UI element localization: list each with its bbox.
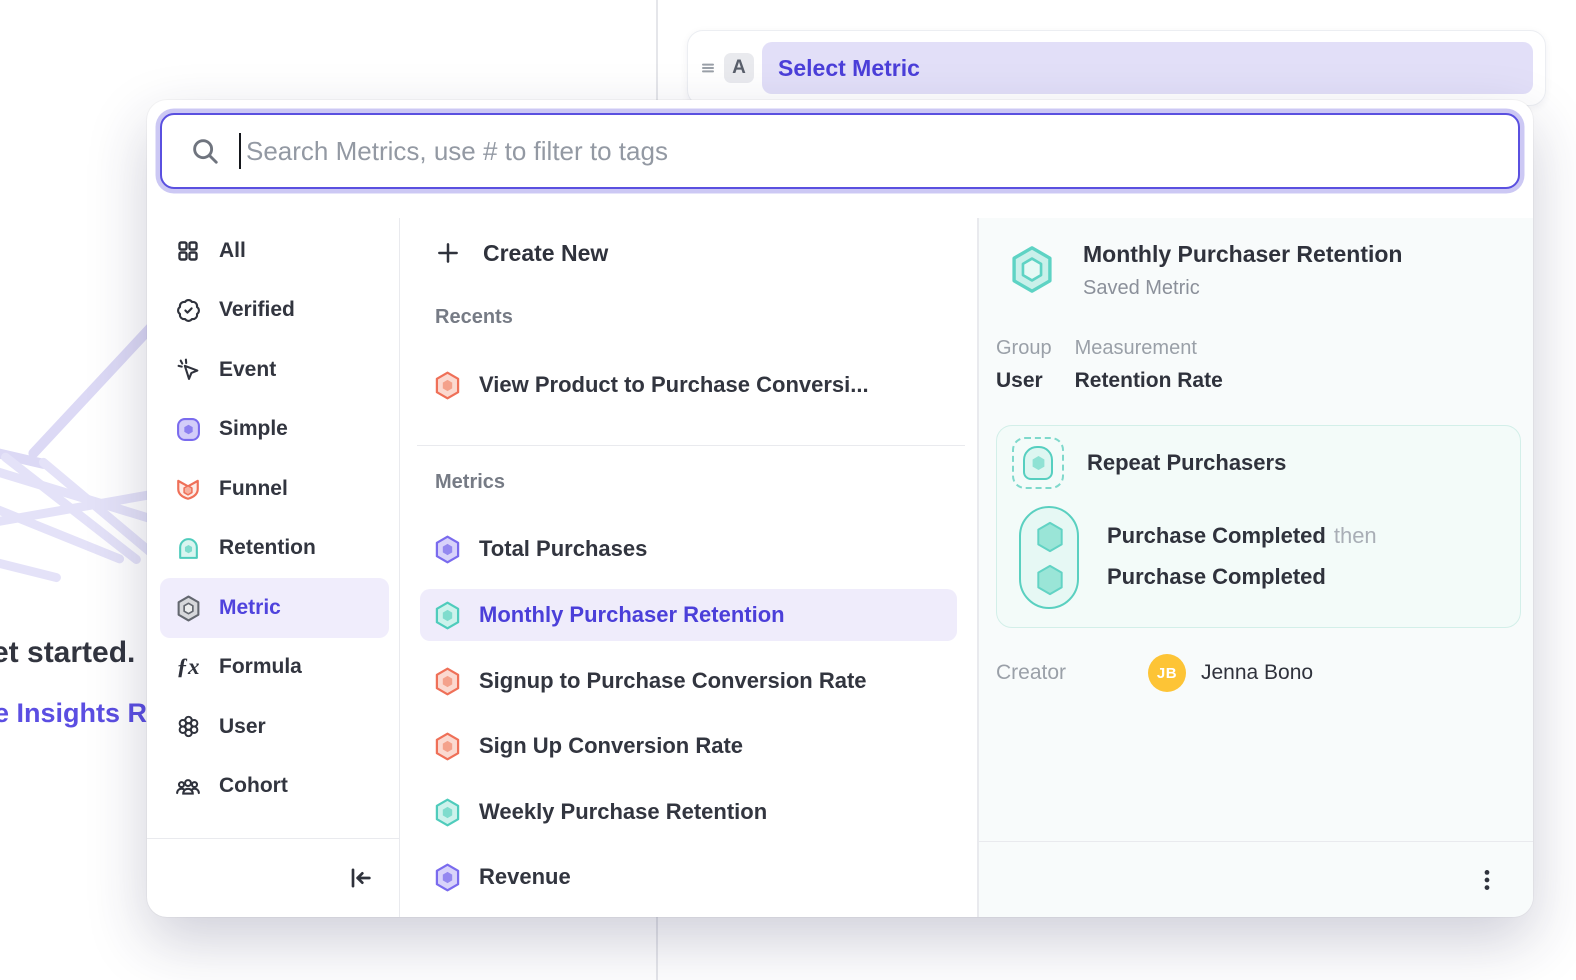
metric-row-label: Signup to Purchase Conversion Rate [479, 668, 867, 694]
sidebar-item-label: Verified [219, 298, 295, 322]
metric-hexagon-icon [434, 863, 461, 892]
more-options-icon[interactable] [1474, 867, 1500, 893]
metric-list-panel: Create New Recents View Product to Purch… [400, 218, 978, 917]
user-icon [175, 714, 201, 740]
details-title: Monthly Purchaser Retention [1083, 241, 1402, 268]
create-new-label: Create New [483, 240, 608, 267]
create-new-button[interactable]: Create New [435, 233, 608, 273]
metric-row-sign-up-conversion-rate[interactable]: Sign Up Conversion Rate [420, 720, 957, 772]
details-header: Monthly Purchaser Retention Saved Metric [1009, 241, 1402, 300]
definition-step-2: Purchase Completed [1107, 564, 1326, 590]
metric-row-monthly-purchaser-retention[interactable]: Monthly Purchaser Retention [420, 589, 957, 641]
sidebar-item-label: Metric [219, 596, 281, 620]
measurement-value: Retention Rate [1075, 369, 1223, 393]
sidebar-item-simple[interactable]: Simple [160, 400, 389, 460]
details-footer [979, 841, 1533, 917]
background-insights-link-fragment[interactable]: e Insights Re [0, 698, 162, 729]
metric-icon [175, 595, 201, 621]
sidebar-item-funnel[interactable]: Funnel [160, 459, 389, 519]
select-metric-label: Select Metric [778, 55, 920, 82]
drag-handle-icon[interactable] [698, 58, 718, 78]
metric-hexagon-icon [434, 601, 461, 630]
details-meta: Group User Measurement Retention Rate [996, 337, 1223, 393]
simple-icon [175, 416, 201, 442]
modal-content: All Verified Event [147, 218, 1533, 917]
sidebar-item-user[interactable]: User [160, 697, 389, 757]
verified-icon [175, 297, 201, 323]
recent-item[interactable]: View Product to Purchase Conversi... [420, 359, 957, 411]
background-headline-fragment: et started. [0, 636, 135, 670]
cohort-icon [175, 773, 201, 799]
metric-hexagon-icon [434, 732, 461, 761]
filter-sidebar: All Verified Event [147, 218, 400, 917]
metric-row-signup-to-purchase-conversion-rate[interactable]: Signup to Purchase Conversion Rate [420, 655, 957, 707]
metric-row-label: Total Purchases [479, 536, 647, 562]
sidebar-item-metric[interactable]: Metric [160, 578, 389, 638]
sidebar-item-formula[interactable]: ƒx Formula [160, 638, 389, 698]
sidebar-item-cohort[interactable]: Cohort [160, 757, 389, 817]
sidebar-item-label: User [219, 715, 266, 739]
metric-letter-badge: A [724, 53, 754, 83]
event-hexagon-icon [1035, 564, 1065, 596]
sidebar-footer [147, 838, 400, 917]
sidebar-item-label: Funnel [219, 477, 288, 501]
recents-header: Recents [435, 306, 513, 329]
creator-avatar[interactable]: JB [1148, 654, 1186, 692]
sidebar-item-verified[interactable]: Verified [160, 281, 389, 341]
sidebar-item-all[interactable]: All [160, 221, 389, 281]
sidebar-item-label: Retention [219, 536, 316, 560]
cohort-definition-icon [1012, 437, 1064, 489]
metric-hexagon-icon-large [1009, 245, 1055, 294]
search-input[interactable] [241, 136, 1518, 167]
retention-icon [175, 535, 201, 561]
group-label: Group [996, 337, 1052, 360]
metric-search-field[interactable] [160, 113, 1520, 189]
sidebar-item-label: Event [219, 358, 276, 382]
metric-picker-modal: All Verified Event [147, 100, 1533, 917]
event-sequence-capsule [1019, 506, 1079, 609]
metric-hexagon-icon [434, 667, 461, 696]
sidebar-item-label: Simple [219, 417, 288, 441]
funnel-icon [175, 476, 201, 502]
grid-icon [175, 238, 201, 264]
metric-row-label: Weekly Purchase Retention [479, 799, 767, 825]
collapse-sidebar-icon[interactable] [346, 864, 374, 892]
event-hexagon-icon [1035, 521, 1065, 553]
metric-query-bar: A Select Metric [687, 30, 1546, 106]
select-metric-button[interactable]: Select Metric [762, 42, 1533, 94]
group-value: User [996, 369, 1052, 393]
recent-item-label: View Product to Purchase Conversi... [479, 372, 869, 398]
metric-row-label: Revenue [479, 864, 571, 890]
sidebar-item-label: All [219, 239, 246, 263]
metric-hexagon-icon [434, 798, 461, 827]
metric-row-revenue[interactable]: Revenue [420, 851, 957, 903]
sidebar-item-label: Formula [219, 655, 302, 679]
sidebar-item-retention[interactable]: Retention [160, 519, 389, 579]
event-icon [175, 357, 201, 383]
metrics-header: Metrics [435, 471, 505, 494]
definition-step-1: Purchase Completedthen [1107, 523, 1377, 549]
list-divider [417, 445, 965, 446]
plus-icon [435, 240, 461, 266]
creator-label: Creator [996, 661, 1066, 685]
formula-icon: ƒx [175, 654, 201, 680]
search-icon [190, 136, 220, 166]
then-connector: then [1334, 523, 1377, 548]
sidebar-item-event[interactable]: Event [160, 340, 389, 400]
metric-row-label: Sign Up Conversion Rate [479, 733, 743, 759]
metric-row-label: Monthly Purchaser Retention [479, 602, 785, 628]
definition-title: Repeat Purchasers [1087, 450, 1286, 476]
creator-name: Jenna Bono [1201, 661, 1313, 685]
metric-definition-card[interactable]: Repeat Purchasers Purchase Completedthen [996, 425, 1521, 628]
metric-hexagon-icon [434, 371, 461, 400]
metric-details-panel: Monthly Purchaser Retention Saved Metric… [978, 218, 1533, 917]
measurement-label: Measurement [1075, 337, 1223, 360]
metric-row-weekly-purchase-retention[interactable]: Weekly Purchase Retention [420, 786, 957, 838]
sidebar-item-label: Cohort [219, 774, 288, 798]
metric-hexagon-icon [434, 535, 461, 564]
details-subtitle: Saved Metric [1083, 277, 1402, 300]
metric-row-total-purchases[interactable]: Total Purchases [420, 523, 957, 575]
creator-row: Creator JB Jenna Bono [996, 653, 1516, 693]
